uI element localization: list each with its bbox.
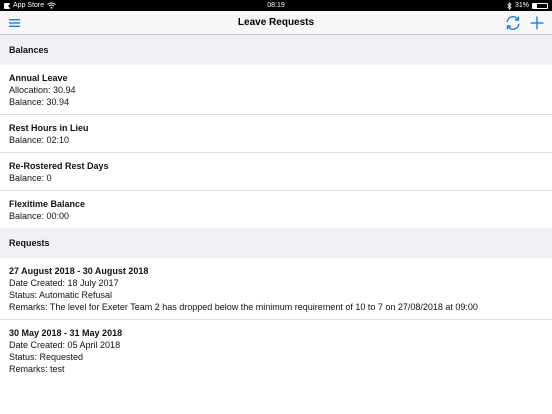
request-remarks: Remarks: The level for Exeter Team 2 has… <box>9 302 478 312</box>
balance-re-rostered-rest-days[interactable]: Re-Rostered Rest Days Balance: 0 <box>0 153 552 191</box>
balance-title: Rest Hours in Lieu <box>9 123 89 133</box>
request-item[interactable]: 27 August 2018 - 30 August 2018 Date Cre… <box>0 258 552 320</box>
request-item[interactable]: 30 May 2018 - 31 May 2018 Date Created: … <box>0 320 552 382</box>
balance-value: Balance: 00:00 <box>9 211 70 221</box>
balance-title: Annual Leave <box>9 73 68 83</box>
balance-flexitime[interactable]: Flexitime Balance Balance: 00:00 <box>0 191 552 229</box>
refresh-icon[interactable] <box>504 14 522 32</box>
bluetooth-icon <box>507 1 512 10</box>
battery-icon <box>532 2 548 9</box>
status-bar: App Store 08:19 31% <box>0 0 552 11</box>
request-status: Status: Requested <box>9 352 84 362</box>
request-date-created: Date Created: 05 April 2018 <box>9 340 121 350</box>
balance-value: Balance: 0 <box>9 173 52 183</box>
requests-section-header: Requests <box>0 228 552 258</box>
request-remarks: Remarks: test <box>9 364 65 374</box>
clock: 08:19 <box>267 2 285 9</box>
request-status: Status: Automatic Refusal <box>9 290 113 300</box>
balance-title: Flexitime Balance <box>9 199 86 209</box>
page-title: Leave Requests <box>237 17 315 28</box>
balance-title: Re-Rostered Rest Days <box>9 161 109 171</box>
request-date-created: Date Created: 18 July 2017 <box>9 278 119 288</box>
balance-rest-hours-in-lieu[interactable]: Rest Hours in Lieu Balance: 02:10 <box>0 115 552 153</box>
balance-value: Balance: 02:10 <box>9 135 70 145</box>
balances-section-header: Balances <box>0 35 552 65</box>
balance-value: Balance: 30.94 <box>9 97 70 107</box>
navigation-bar: Leave Requests <box>0 11 552 35</box>
balance-annual-leave[interactable]: Annual Leave Allocation: 30.94 Balance: … <box>0 65 552 115</box>
request-dates: 27 August 2018 - 30 August 2018 <box>9 266 149 276</box>
battery-fill <box>533 3 538 8</box>
balance-allocation: Allocation: 30.94 <box>9 85 76 95</box>
request-dates: 30 May 2018 - 31 May 2018 <box>9 328 123 338</box>
battery-percent: 31% <box>514 2 529 9</box>
plus-icon[interactable] <box>528 14 546 32</box>
